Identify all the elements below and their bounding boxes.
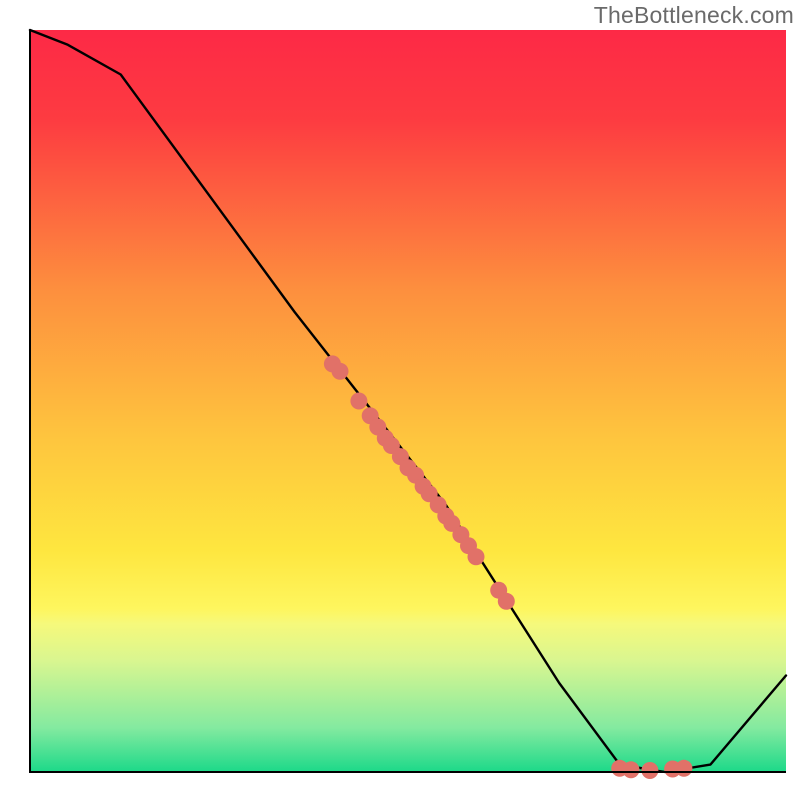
watermark-text: TheBottleneck.com xyxy=(594,2,794,29)
data-point xyxy=(641,762,658,779)
data-point xyxy=(468,548,485,565)
data-point xyxy=(623,761,640,778)
data-point xyxy=(675,760,692,777)
chart-canvas xyxy=(0,0,800,800)
data-point xyxy=(332,363,349,380)
data-point xyxy=(498,593,515,610)
data-point xyxy=(350,393,367,410)
plot-background xyxy=(30,30,786,772)
chart-stage: TheBottleneck.com xyxy=(0,0,800,800)
